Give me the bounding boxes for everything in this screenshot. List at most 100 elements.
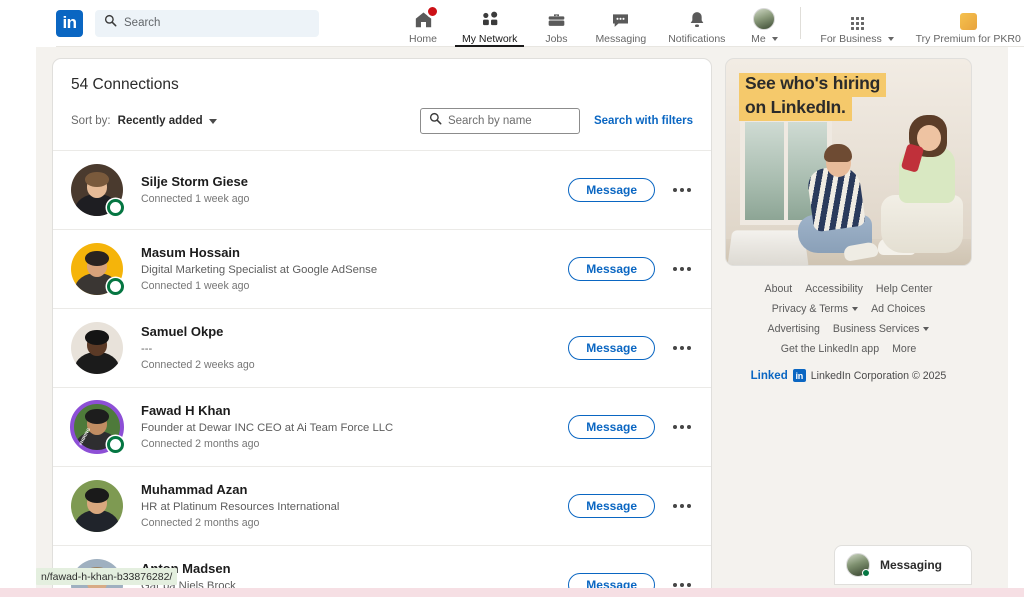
avatar-wrapper[interactable]: [71, 243, 124, 295]
connection-actions: Message: [568, 415, 693, 439]
connection-actions: Message: [568, 336, 693, 360]
footer-links-row-1: About Accessibility Help Center: [725, 283, 972, 295]
browser-left-gutter: [0, 47, 36, 588]
nav-item-jobs[interactable]: Jobs: [528, 0, 584, 47]
connection-row[interactable]: #HIRING Fawad H Khan Founder at Dewar INC …: [53, 387, 711, 466]
connection-name[interactable]: Muhammad Azan: [141, 481, 568, 499]
connection-row[interactable]: Silje Storm Giese Connected 1 week ago Mes…: [53, 150, 711, 229]
network-icon: [479, 7, 501, 30]
footer-copyright: Linked in LinkedIn Corporation © 2025: [725, 369, 972, 382]
connection-actions: Message: [568, 494, 693, 518]
nav-item-home[interactable]: Home: [395, 0, 451, 47]
more-options-icon[interactable]: [671, 340, 693, 356]
global-search-input[interactable]: [124, 17, 310, 29]
more-options-icon[interactable]: [671, 182, 693, 198]
connection-name[interactable]: Masum Hossain: [141, 244, 568, 262]
connection-row[interactable]: Samuel Okpe --- Connected 2 weeks ago Messa…: [53, 308, 711, 387]
home-notification-badge: [425, 4, 439, 18]
message-button[interactable]: Message: [568, 336, 655, 360]
more-options-icon[interactable]: [671, 419, 693, 435]
me-label-text: Me: [751, 32, 766, 45]
connection-connected-date: Connected 1 week ago: [141, 279, 250, 292]
connection-headline: Founder at Dewar INC CEO at Ai Team Forc…: [141, 421, 394, 434]
premium-square-icon: [959, 7, 977, 30]
search-by-name-input[interactable]: [447, 115, 571, 127]
footer-link-help-center[interactable]: Help Center: [876, 283, 933, 295]
more-options-icon[interactable]: [671, 498, 693, 514]
sort-control[interactable]: Sort by: Recently added: [71, 115, 217, 127]
nav-item-for-business[interactable]: For Business: [809, 0, 904, 47]
connections-list: Silje Storm Giese Connected 1 week ago Mes…: [53, 150, 711, 597]
connection-name[interactable]: Samuel Okpe: [141, 323, 568, 341]
connection-connected-date: Connected 1 week ago: [141, 192, 250, 205]
chevron-down-icon: [923, 327, 930, 332]
chevron-down-icon: [771, 36, 778, 41]
nav-item-home-label: Home: [408, 32, 437, 45]
avatar-wrapper[interactable]: [71, 322, 123, 374]
search-with-filters-link[interactable]: Search with filters: [594, 115, 693, 127]
connection-connected-date: Connected 2 months ago: [141, 437, 260, 450]
search-by-name-box[interactable]: [419, 108, 580, 134]
navbar-left-spacer: [0, 0, 56, 47]
sort-by-label: Sort by:: [71, 115, 111, 127]
message-button[interactable]: Message: [568, 178, 655, 202]
message-button[interactable]: Message: [568, 494, 655, 518]
footer-link-business-services-text: Business Services: [832, 323, 920, 335]
hiring-ad-card[interactable]: See who's hiring on LinkedIn.: [725, 58, 972, 266]
chevron-down-icon[interactable]: [208, 118, 217, 124]
browser-status-url: n/fawad-h-khan-b33876282/: [36, 568, 178, 585]
more-options-icon[interactable]: [671, 261, 693, 277]
messaging-widget[interactable]: Messaging: [834, 545, 972, 585]
right-rail: See who's hiring on LinkedIn. About Acce…: [725, 58, 972, 382]
ad-headline: See who's hiring on LinkedIn.: [739, 73, 887, 121]
footer-link-business-services[interactable]: Business Services: [833, 323, 930, 335]
ad-person-right: [875, 107, 967, 257]
connections-card: 54 Connections Sort by: Recently added S…: [52, 58, 712, 597]
avatar-wrapper[interactable]: #HIRING: [70, 400, 124, 454]
nav-item-jobs-label: Jobs: [545, 32, 568, 45]
footer-link-ad-choices[interactable]: Ad Choices: [871, 303, 925, 315]
footer-link-get-app[interactable]: Get the LinkedIn app: [781, 343, 879, 355]
nav-item-notifications[interactable]: Notifications: [657, 0, 736, 47]
footer-links-row-2: Privacy & Terms Ad Choices: [725, 303, 972, 315]
footer-link-about[interactable]: About: [765, 283, 793, 295]
connection-row[interactable]: Muhammad Azan HR at Platinum Resources In…: [53, 466, 711, 545]
connections-header: 54 Connections: [53, 59, 711, 94]
connection-connected-date: Connected 2 months ago: [141, 516, 260, 529]
search-icon: [429, 112, 442, 130]
navbar-primary-items: Home My Network Jobs Messaging Notificat…: [395, 0, 1024, 47]
connection-name[interactable]: Silje Storm Giese: [141, 173, 568, 191]
ad-person-left: [796, 141, 880, 259]
avatar-wrapper[interactable]: [71, 164, 124, 216]
online-status-dot: [862, 569, 870, 577]
message-button[interactable]: Message: [568, 257, 655, 281]
nav-item-my-network[interactable]: My Network: [451, 0, 528, 47]
open-to-work-badge: [107, 436, 124, 453]
global-search-box[interactable]: [95, 9, 319, 37]
page-title: 54 Connections: [71, 76, 179, 93]
connection-name[interactable]: Anton Madsen: [141, 560, 568, 578]
footer-links-row-3: Advertising Business Services: [725, 323, 972, 335]
browser-right-gutter: [1008, 47, 1024, 588]
message-button[interactable]: Message: [568, 415, 655, 439]
nav-item-try-premium[interactable]: Try Premium for PKR0: [905, 0, 1024, 47]
connection-row[interactable]: Masum Hossain Digital Marketing Specialis…: [53, 229, 711, 308]
footer-link-advertising[interactable]: Advertising: [768, 323, 820, 335]
for-business-text: For Business: [820, 32, 882, 45]
global-navbar: in Home: [0, 0, 1024, 47]
connection-name[interactable]: Fawad H Khan: [141, 402, 568, 420]
connection-info: Silje Storm Giese Connected 1 week ago: [141, 173, 568, 206]
sort-by-value[interactable]: Recently added: [118, 115, 203, 127]
avatar-wrapper[interactable]: [71, 480, 123, 532]
footer-link-more[interactable]: More: [892, 343, 916, 355]
footer-link-accessibility[interactable]: Accessibility: [805, 283, 863, 295]
ad-headline-line-1: See who's hiring: [739, 73, 887, 97]
connection-info: Muhammad Azan HR at Platinum Resources In…: [141, 481, 568, 531]
connection-headline: ---: [141, 342, 153, 355]
connection-actions: Message: [568, 178, 693, 202]
nav-item-messaging[interactable]: Messaging: [584, 0, 657, 47]
linkedin-wordmark: Linked: [750, 369, 788, 382]
nav-item-me[interactable]: Me: [736, 0, 792, 47]
linkedin-logo-icon[interactable]: in: [56, 9, 83, 37]
footer-link-privacy-terms[interactable]: Privacy & Terms: [772, 303, 859, 315]
